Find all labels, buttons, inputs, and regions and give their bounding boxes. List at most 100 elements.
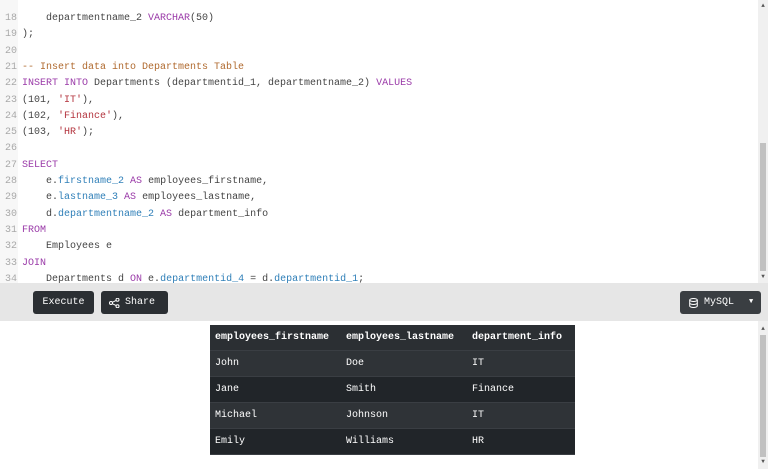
column-header-employees-firstname: employees_firstname [210,325,341,351]
code-line[interactable]: 22 INSERT INTO Departments (departmentid_… [0,76,412,92]
code-token: departmentid_1 [274,273,359,283]
code-line[interactable]: 29 e.lastname_3 AS employees_lastname, [0,190,256,206]
results-panel: employees_firstname employees_lastname d… [0,321,768,469]
editor-scrollbar[interactable]: ▲ ▼ [758,0,768,283]
code-token: AS [124,192,137,204]
code-token: department_info [172,208,269,220]
table-row: Jane Smith Finance [210,376,575,403]
table-row: Emily Williams HR [210,428,575,455]
table-row: Michael Johnson IT [210,402,575,429]
line-number: 21 [4,61,17,73]
line-number: 33 [4,257,17,269]
line-number: 29 [4,192,17,204]
code-token: -- Insert data into Departments Table [22,61,245,73]
column-header-department-info: department_info [467,325,575,351]
code-line[interactable]: 21 -- Insert data into Departments Table [0,60,244,76]
code-token: e. [142,273,161,283]
results-table: employees_firstname employees_lastname d… [210,325,575,455]
line-number: 27 [4,159,17,171]
table-cell: John [210,350,341,377]
line-number: 23 [4,94,17,106]
results-header-row: employees_firstname employees_lastname d… [210,325,575,351]
line-number: 19 [4,29,17,41]
code-token: Employees e [22,241,113,253]
code-token: AS [160,208,173,220]
code-token: ); [82,127,95,139]
code-line[interactable]: 27 SELECT [0,158,58,174]
table-cell: Doe [341,350,467,377]
code-token: ON [130,273,143,283]
code-token: 'IT' [58,94,83,106]
code-line[interactable]: 34 Departments d ON e.departmentid_4 = d… [0,272,364,283]
code-line[interactable]: 33 JOIN [0,256,46,272]
code-token: Departments d [22,273,131,283]
share-icon [109,298,120,308]
database-select[interactable]: MySQL ▼ [680,291,761,314]
code-token: employees_firstname, [142,176,269,187]
code-line[interactable]: 19); [0,27,34,43]
code-line[interactable]: 20 [0,44,22,60]
code-token: ), [112,110,125,122]
results-scrollbar[interactable]: ▲ ▼ [758,321,768,469]
code-line[interactable]: 31 FROM [0,223,46,239]
code-token: (102, [22,110,59,122]
code-token: 'HR' [58,127,83,139]
code-token: VALUES [376,78,413,90]
code-token: d. [22,208,59,220]
execute-button[interactable]: Execute [33,291,94,314]
table-cell: HR [467,428,575,455]
scroll-down-arrow-icon[interactable]: ▼ [759,273,767,281]
code-token: = d. [244,273,275,283]
code-token: AS [130,176,143,187]
code-line[interactable]: 26 [0,141,22,157]
share-button[interactable]: Share [101,291,168,314]
line-number: 26 [4,143,17,155]
line-number: 28 [4,176,17,187]
code-line[interactable]: 30 d.departmentname_2 AS department_info [0,207,268,223]
scroll-down-arrow-icon[interactable]: ▼ [759,458,767,466]
code-line[interactable]: 18 departmentname_2 VARCHAR(50) [0,11,214,27]
code-token: VARCHAR [148,13,191,24]
code-token: INSERT INTO [22,78,89,90]
code-line[interactable]: 24 (102, 'Finance'), [0,109,124,125]
sql-editor[interactable]: 18 departmentname_2 VARCHAR(50) 19); 20 21-… [0,0,768,283]
scroll-up-arrow-icon[interactable]: ▲ [759,2,767,10]
code-token: (50) [190,13,215,24]
column-header-employees-lastname: employees_lastname [341,325,467,351]
line-number: 24 [4,110,17,122]
code-token: Departments (departmentid_1, departmentn… [88,78,377,90]
code-token: departmentid_4 [160,273,245,283]
code-line[interactable]: 28 e.firstname_2 AS employees_firstname, [0,174,268,190]
line-number: 20 [4,45,17,57]
database-icon [689,298,698,308]
share-button-label: Share [125,297,156,308]
results-scrollbar-thumb[interactable] [760,335,766,457]
table-cell: IT [467,350,575,377]
code-token: e. [22,192,59,204]
code-token: employees_lastname, [136,192,257,204]
line-number: 18 [4,13,17,24]
editor-scrollbar-thumb[interactable] [760,143,766,271]
line-number: 32 [4,241,17,253]
code-token: SELECT [22,159,59,171]
code-token: ); [22,29,35,41]
database-select-label: MySQL [704,297,735,308]
line-number: 30 [4,208,17,220]
code-token: e. [22,176,59,187]
table-cell: IT [467,402,575,429]
code-token: firstname_2 [58,176,125,187]
line-number: 31 [4,224,17,236]
code-line[interactable]: 32 Employees e [0,239,112,255]
code-token: 'Finance' [58,110,113,122]
code-token: departmentname_2 [58,208,155,220]
code-token: departmentname_2 [22,13,149,24]
code-token: (101, [22,94,59,106]
scroll-up-arrow-icon[interactable]: ▲ [759,325,767,333]
table-cell: Michael [210,402,341,429]
code-line[interactable]: 23 (101, 'IT'), [0,93,94,109]
chevron-down-icon: ▼ [749,298,754,306]
code-token: ), [82,94,95,106]
code-line[interactable]: 25 (103, 'HR'); [0,125,94,141]
line-number: 25 [4,127,17,139]
table-cell: Emily [210,428,341,455]
